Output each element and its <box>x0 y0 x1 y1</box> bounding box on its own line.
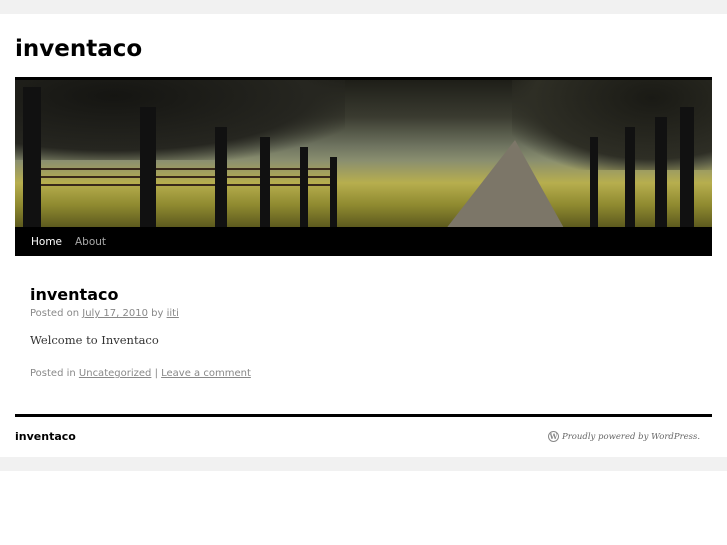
posted-in-label: Posted in <box>30 368 76 379</box>
leave-comment-link[interactable]: Leave a comment <box>161 368 251 379</box>
tree-trunk <box>23 87 41 227</box>
author-link[interactable]: iiti <box>167 308 179 319</box>
tree-trunk <box>625 127 635 227</box>
nav-item-home[interactable]: Home <box>31 236 62 248</box>
post-footer-meta: Posted in Uncategorized | Leave a commen… <box>30 368 251 379</box>
by-label: by <box>151 308 164 319</box>
posted-on-label: Posted on <box>30 308 80 319</box>
post-date-link[interactable]: July 17, 2010 <box>82 308 148 319</box>
header-banner-image <box>15 77 712 227</box>
category-link[interactable]: Uncategorized <box>79 368 151 379</box>
page-background-bottom <box>0 457 727 471</box>
meta-separator: | <box>154 368 158 379</box>
tree-trunk <box>680 107 694 227</box>
tree-trunk <box>260 137 270 227</box>
road <box>445 140 565 227</box>
page-background-top <box>0 0 727 14</box>
site-title-link[interactable]: inventaco <box>15 36 142 62</box>
footer-divider <box>15 414 712 417</box>
tree-trunk <box>300 147 308 227</box>
powered-by-wordpress-link[interactable]: W Proudly powered by WordPress. <box>548 431 700 442</box>
nav-item-about[interactable]: About <box>75 236 106 248</box>
fence <box>35 168 335 170</box>
footer-site-title-link[interactable]: inventaco <box>15 430 76 443</box>
tree-trunk <box>655 117 667 227</box>
powered-by-text: Proudly powered by WordPress. <box>562 431 701 442</box>
tree-canopy-left <box>15 80 345 160</box>
post-title[interactable]: inventaco <box>30 285 118 304</box>
tree-trunk <box>215 127 227 227</box>
post-meta: Posted on July 17, 2010 by iiti <box>30 308 179 319</box>
post-content: Welcome to Inventaco <box>30 333 159 347</box>
main-navigation: Home About <box>15 227 712 256</box>
tree-trunk <box>330 157 337 227</box>
wordpress-logo-icon: W <box>548 431 559 442</box>
tree-trunk <box>590 137 598 227</box>
tree-trunk <box>140 107 156 227</box>
